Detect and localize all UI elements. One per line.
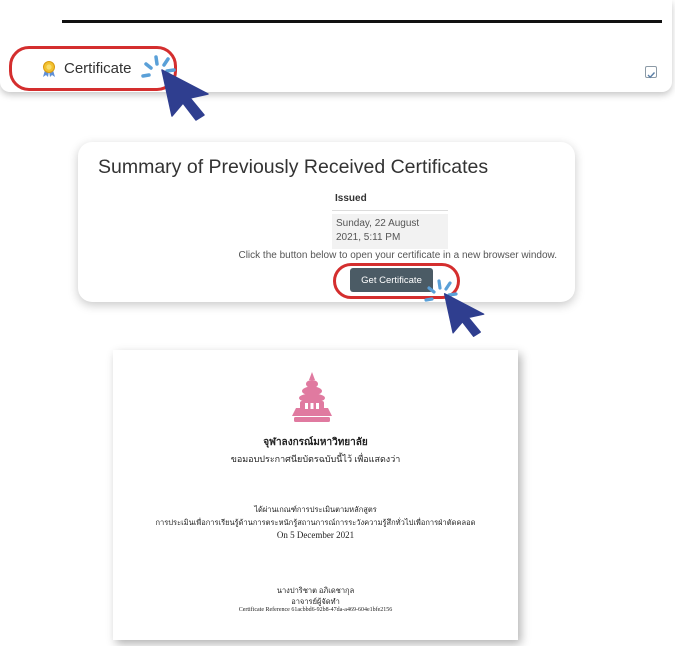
certificate-preview: จุฬาลงกรณ์มหาวิทยาลัย ขอมอบประกาศนียบัตร… (113, 350, 518, 640)
certificate-course-name: การประเมินเพื่อการเรียนรู้ด้านการตระหนัก… (155, 518, 476, 527)
issued-date-cell: Sunday, 22 August 2021, 5:11 PM (332, 214, 448, 249)
cursor-arrow-icon (161, 69, 209, 121)
open-certificate-hint: Click the button below to open your cert… (238, 250, 557, 261)
divider-line (62, 20, 662, 23)
issued-table: Issued Sunday, 22 August 2021, 5:11 PM (332, 190, 448, 249)
activity-panel: Certificate (0, 0, 672, 92)
certificate-passed-line: ได้ผ่านเกณฑ์การประเมินตามหลักสูตร (254, 505, 377, 514)
get-certificate-button[interactable]: Get Certificate (350, 268, 433, 292)
certificate-date: On 5 December 2021 (276, 530, 355, 540)
certificate-reference: Certificate Reference 61acbbd6-92b8-47da… (238, 607, 393, 613)
certificate-institution: จุฬาลงกรณ์มหาวิทยาลัย (263, 437, 368, 448)
issued-column-header: Issued (332, 190, 448, 211)
completion-checkbox[interactable] (645, 66, 657, 79)
certificate-intro: ขอมอบประกาศนียบัตรฉบับนี้ไว้ เพื่อแสดงว่… (230, 454, 401, 464)
summary-panel: Summary of Previously Received Certifica… (78, 142, 575, 302)
university-emblem-icon (292, 372, 332, 422)
summary-title: Summary of Previously Received Certifica… (98, 156, 489, 178)
cursor-arrow-icon (443, 293, 485, 337)
checkbox-icon (647, 72, 656, 79)
award-ribbon-icon (43, 60, 55, 77)
certificate-activity-label: Certificate (64, 60, 132, 77)
